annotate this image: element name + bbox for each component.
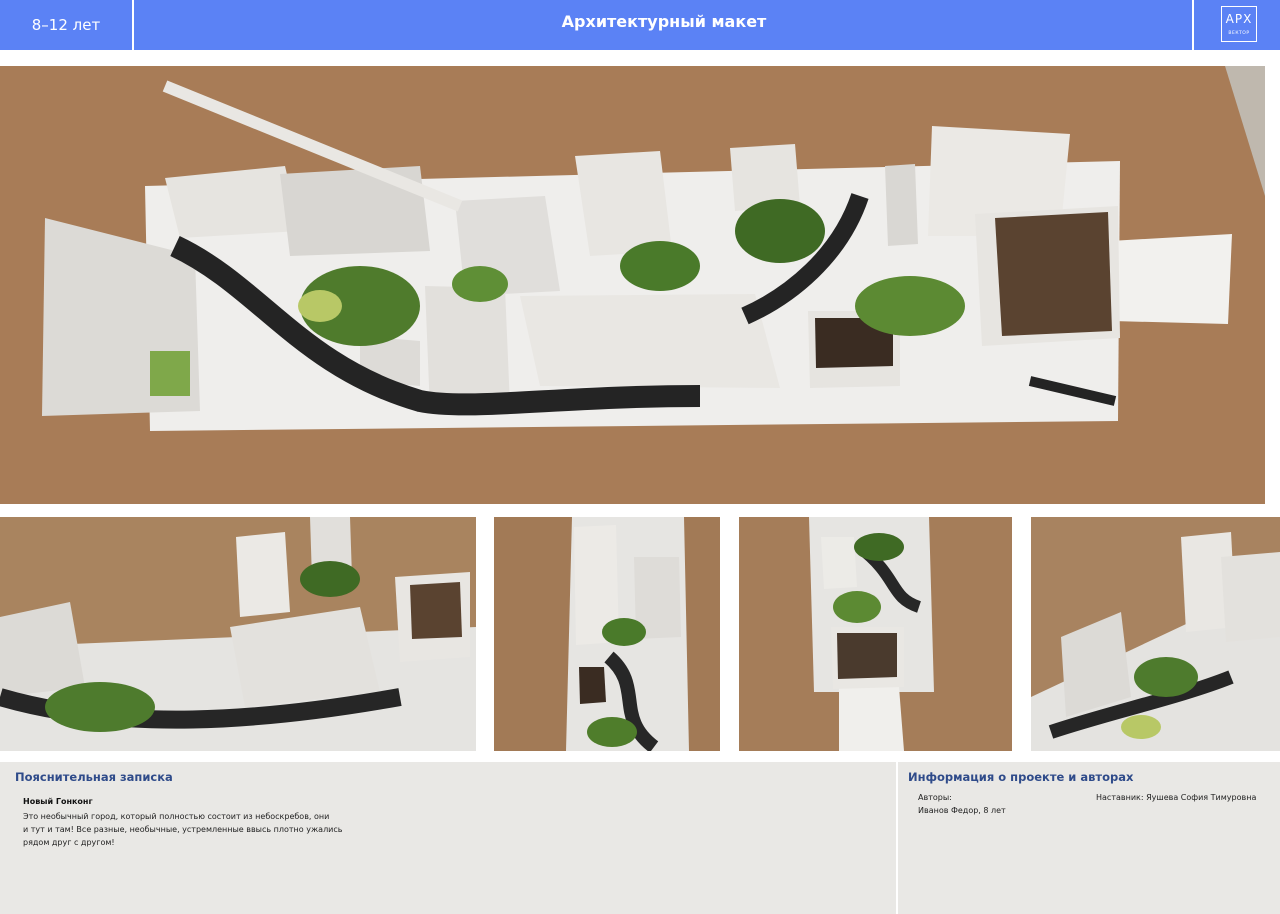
model-photo-angle-4 <box>1031 517 1280 751</box>
explanatory-note-heading: Пояснительная записка <box>15 770 173 784</box>
authors-label: Авторы: <box>918 793 952 802</box>
age-group-label: 8–12 лет <box>0 0 134 50</box>
model-photo-angle-3 <box>739 517 1012 751</box>
project-title: Новый Гонконг <box>23 797 93 806</box>
note-line-2: и тут и там! Все разные, необычные, устр… <box>23 825 343 834</box>
authors-value: Иванов Федор, 8 лет <box>918 806 1006 815</box>
model-photo-angle-1 <box>0 517 476 751</box>
logo: АРХ ВЕКТОР <box>1221 6 1257 42</box>
logo-sub-text: ВЕКТОР <box>1228 31 1250 36</box>
header-bar: 8–12 лет Архитектурный макет АРХ ВЕКТОР <box>0 0 1280 50</box>
project-info-heading: Информация о проекте и авторах <box>908 770 1134 784</box>
logo-main-text: АРХ <box>1225 12 1253 26</box>
page-title: Архитектурный макет <box>561 12 767 31</box>
explanatory-note-panel: Пояснительная записка Новый Гонконг Это … <box>0 762 896 914</box>
mentor-value: Наставник: Яушева София Тимуровна <box>1096 793 1257 802</box>
project-info-panel: Информация о проекте и авторах Авторы: И… <box>898 762 1280 914</box>
main-model-photo <box>0 66 1265 504</box>
logo-cell: АРХ ВЕКТОР <box>1192 0 1280 50</box>
model-photo-angle-2 <box>494 517 720 751</box>
note-line-1: Это необычный город, который полностью с… <box>23 812 330 821</box>
note-line-3: рядом друг с другом! <box>23 838 115 847</box>
